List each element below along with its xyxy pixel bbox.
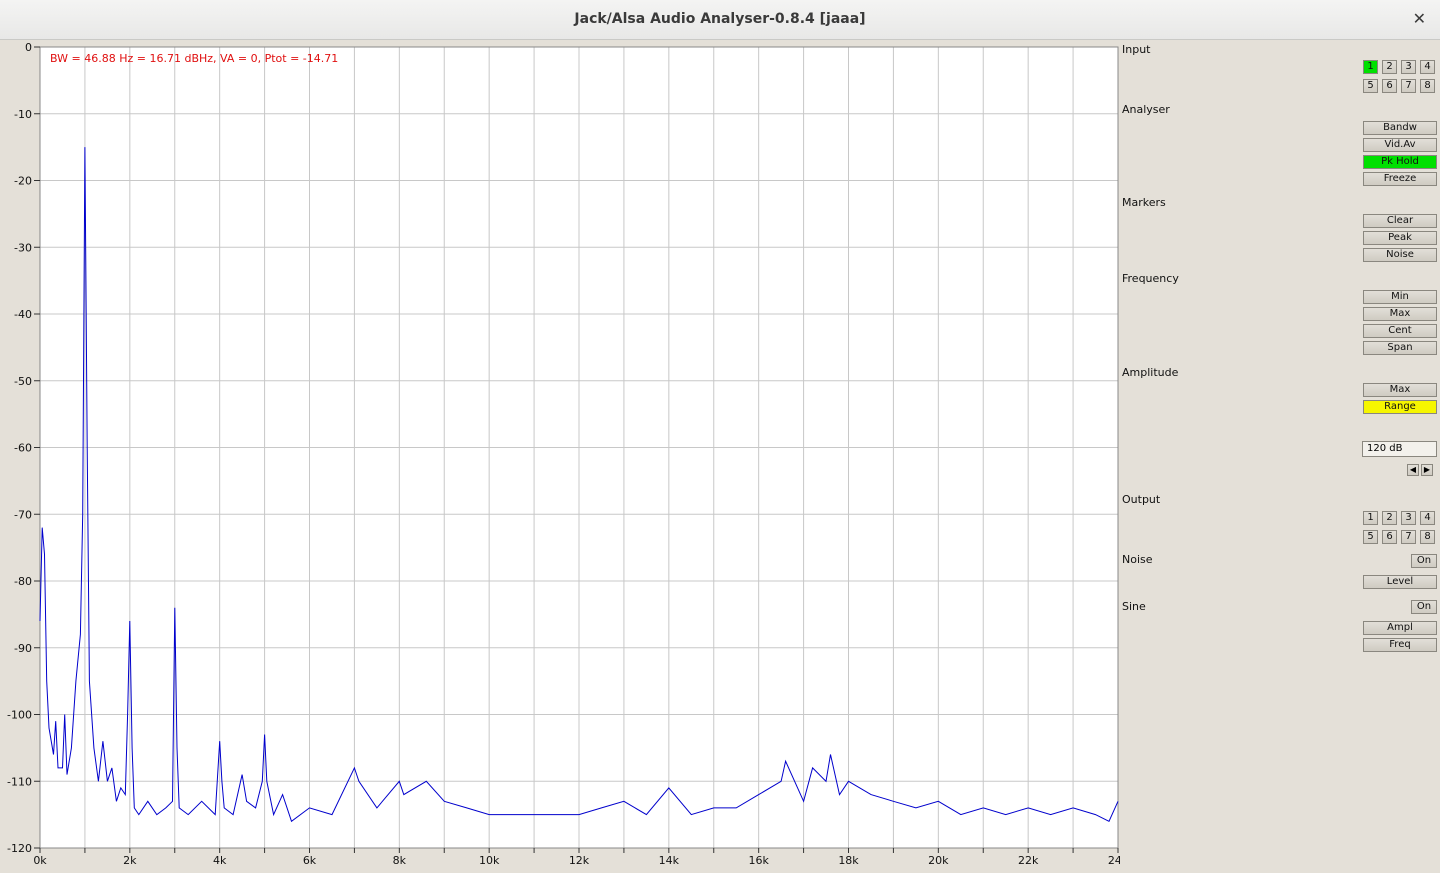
x-tick-label: 10k	[479, 854, 500, 867]
amp-max-button[interactable]: Max	[1363, 383, 1437, 397]
x-tick-label: 8k	[393, 854, 407, 867]
markers-section-label: Markers	[1122, 196, 1166, 209]
y-tick-label: -90	[14, 642, 32, 655]
y-tick-label: -110	[7, 775, 32, 788]
output-channel-4-button[interactable]: 4	[1420, 511, 1435, 525]
amplitude-value-field[interactable]: 120 dB	[1362, 441, 1437, 457]
output-channel-8-button[interactable]: 8	[1420, 530, 1435, 544]
output-channel-5-button[interactable]: 5	[1363, 530, 1378, 544]
y-tick-label: -20	[14, 175, 32, 188]
sine-ampl-button[interactable]: Ampl	[1363, 621, 1437, 635]
x-tick-label: 0k	[33, 854, 47, 867]
input-channel-3-button[interactable]: 3	[1401, 60, 1416, 74]
output-section-label: Output	[1122, 493, 1161, 506]
x-tick-label: 14k	[659, 854, 680, 867]
marker-noise-button[interactable]: Noise	[1363, 248, 1437, 262]
x-tick-label: 2k	[123, 854, 137, 867]
freq-min-button[interactable]: Min	[1363, 290, 1437, 304]
close-icon[interactable]: ✕	[1413, 9, 1426, 28]
input-section-label: Input	[1122, 43, 1151, 56]
output-channel-7-button[interactable]: 7	[1401, 530, 1416, 544]
marker-peak-button[interactable]: Peak	[1363, 231, 1437, 245]
x-tick-label: 6k	[303, 854, 317, 867]
control-panel: Input 1 2 3 4 5 6 7 8 Analyser Bandw Vid…	[1120, 40, 1440, 873]
sine-section-label: Sine	[1122, 600, 1146, 613]
y-tick-label: -40	[14, 308, 32, 321]
sine-freq-button[interactable]: Freq	[1363, 638, 1437, 652]
window-title: Jack/Alsa Audio Analyser-0.8.4 [jaaa]	[574, 11, 866, 27]
output-channel-3-button[interactable]: 3	[1401, 511, 1416, 525]
sine-on-button[interactable]: On	[1411, 600, 1437, 614]
spectrum-plot[interactable]: 0 -10 -20 -30 -40 -50 -60 -70 -80 -90 -100 -110 -120…	[0, 40, 1120, 873]
freq-cent-button[interactable]: Cent	[1363, 324, 1437, 338]
x-tick-label: 12k	[569, 854, 590, 867]
x-tick-label: 18k	[838, 854, 859, 867]
input-channel-5-button[interactable]: 5	[1363, 79, 1378, 93]
y-tick-label: 0	[25, 41, 32, 54]
freq-max-button[interactable]: Max	[1363, 307, 1437, 321]
increase-arrow-icon[interactable]: ▶	[1421, 464, 1433, 476]
x-tick-label: 22k	[1018, 854, 1039, 867]
noise-section-label: Noise	[1122, 553, 1153, 566]
y-tick-label: -70	[14, 508, 32, 521]
x-tick-label: 20k	[928, 854, 949, 867]
frequency-section-label: Frequency	[1122, 272, 1179, 285]
amp-range-button[interactable]: Range	[1363, 400, 1437, 414]
y-tick-label: -30	[14, 241, 32, 254]
output-channel-6-button[interactable]: 6	[1382, 530, 1397, 544]
title-bar: Jack/Alsa Audio Analyser-0.8.4 [jaaa] ✕	[0, 0, 1440, 40]
freeze-button[interactable]: Freeze	[1363, 172, 1437, 186]
y-tick-label: -80	[14, 575, 32, 588]
output-channel-2-button[interactable]: 2	[1382, 511, 1397, 525]
input-channel-8-button[interactable]: 8	[1420, 79, 1435, 93]
y-tick-label: -100	[7, 709, 32, 722]
vidav-button[interactable]: Vid.Av	[1363, 138, 1437, 152]
amplitude-section-label: Amplitude	[1122, 366, 1179, 379]
decrease-arrow-icon[interactable]: ◀	[1407, 464, 1419, 476]
bandwidth-readout: BW = 46.88 Hz = 16.71 dBHz, VA = 0, Ptot…	[50, 52, 339, 65]
output-channel-1-button[interactable]: 1	[1363, 511, 1378, 525]
freq-span-button[interactable]: Span	[1363, 341, 1437, 355]
y-tick-label: -50	[14, 375, 32, 388]
input-channel-4-button[interactable]: 4	[1420, 60, 1435, 74]
bandw-button[interactable]: Bandw	[1363, 121, 1437, 135]
x-tick-label: 24k	[1108, 854, 1120, 867]
x-tick-label: 16k	[748, 854, 769, 867]
pk-hold-button[interactable]: Pk Hold	[1363, 155, 1437, 169]
x-tick-label: 4k	[213, 854, 227, 867]
noise-level-button[interactable]: Level	[1363, 575, 1437, 589]
y-tick-label: -60	[14, 442, 32, 455]
spectrum-chart: 0 -10 -20 -30 -40 -50 -60 -70 -80 -90 -100 -110 -120…	[7, 41, 1120, 867]
y-tick-label: -10	[14, 108, 32, 121]
input-channel-6-button[interactable]: 6	[1382, 79, 1397, 93]
marker-clear-button[interactable]: Clear	[1363, 214, 1437, 228]
noise-on-button[interactable]: On	[1411, 554, 1437, 568]
input-channel-7-button[interactable]: 7	[1401, 79, 1416, 93]
input-channel-2-button[interactable]: 2	[1382, 60, 1397, 74]
y-tick-label: -120	[7, 842, 32, 855]
analyser-section-label: Analyser	[1122, 103, 1170, 116]
input-channel-1-button[interactable]: 1	[1363, 60, 1378, 74]
